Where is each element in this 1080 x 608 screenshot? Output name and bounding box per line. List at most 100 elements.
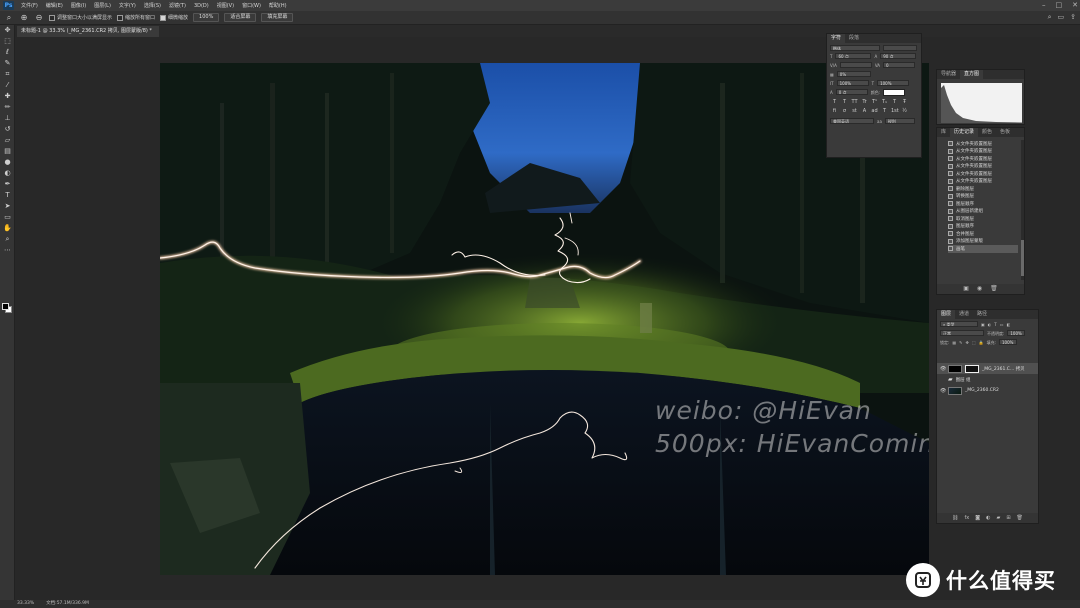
document-canvas[interactable]: weibo: @HiEvan 500px: HiEvanComing [160,63,929,575]
menu-window[interactable]: 窗口(W) [238,2,265,9]
adjustment-layer-icon[interactable]: ◐ [986,513,990,523]
dodge-tool-icon[interactable]: ◐ [0,168,15,179]
tsume-field[interactable]: 0% [836,71,871,77]
document-tab[interactable]: 未标题-1 @ 33.3% (_MG_2361.CR2 拷贝, 图层蒙版/8) … [17,26,159,37]
history-item[interactable]: 转换图层 [948,193,1018,201]
tab-libraries[interactable]: 库 [937,128,950,137]
new-layer-icon[interactable]: ⊞ [1006,513,1010,523]
healing-brush-tool-icon[interactable]: ✚ [0,91,15,102]
delete-layer-icon[interactable]: 🗑 [1017,513,1023,523]
ordinals-button[interactable]: 1st [891,108,899,114]
crop-tool-icon[interactable]: ⌗ [0,69,15,80]
history-item[interactable]: 从文件夹嵌置图层 [948,148,1018,156]
blur-tool-icon[interactable]: ● [0,157,15,168]
history-item[interactable]: 图层顺序 [948,223,1018,231]
brush-tool-icon[interactable]: ✏ [0,102,15,113]
eraser-tool-icon[interactable]: ▱ [0,135,15,146]
move-tool-icon[interactable]: ✥ [0,25,15,36]
menu-edit[interactable]: 编辑(E) [42,2,67,9]
leading-field[interactable]: 90 点 [880,53,917,59]
history-item[interactable]: 从文件夹嵌置图层 [948,178,1018,186]
lock-image-icon[interactable]: ✎ [959,339,962,346]
path-select-tool-icon[interactable]: ➤ [0,201,15,212]
fill-field[interactable]: 100% [998,339,1017,345]
superscript-button[interactable]: T¹ [871,99,878,105]
titling-alternates-button[interactable]: T [881,108,888,114]
history-item[interactable]: 取消图层 [948,215,1018,223]
pen-tool-icon[interactable]: ✒ [0,179,15,190]
font-style-select[interactable] [883,45,917,51]
scrubby-zoom-checkbox[interactable]: 细微缩放 [160,14,188,21]
swash-button[interactable]: A [861,108,868,114]
faux-bold-button[interactable]: T [831,99,838,105]
history-item[interactable]: 图层顺序 [948,200,1018,208]
font-family-select[interactable]: 楷体 [830,45,880,51]
stylistic-alternates-button[interactable]: ad [871,108,878,114]
menu-layer[interactable]: 图层(L) [90,2,115,9]
history-item[interactable]: 添加图层蒙版 [948,238,1018,246]
history-item[interactable]: 从文件夹嵌置图层 [948,155,1018,163]
tab-paths[interactable]: 路径 [973,310,991,319]
tab-channels[interactable]: 通道 [955,310,973,319]
foreground-color-swatch[interactable] [2,303,9,310]
history-brush-tool-icon[interactable]: ↺ [0,124,15,135]
eyedropper-tool-icon[interactable]: ⁄ [0,80,15,91]
tracking-field[interactable]: 0 [883,62,916,68]
layer-filter-select[interactable]: ⌕ 类型 [940,321,978,327]
tab-paragraph[interactable]: 段落 [845,34,863,43]
tab-layers[interactable]: 图层 [937,310,956,319]
font-size-field[interactable]: 60 点 [835,53,872,59]
all-caps-button[interactable]: TT [851,99,858,105]
new-snapshot-icon[interactable]: ◉ [977,284,982,294]
hand-tool-icon[interactable]: ✋ [0,223,15,234]
zoom-in-icon[interactable]: ⊕ [19,13,29,23]
old-style-button[interactable]: σ [841,108,848,114]
tab-character[interactable]: 字符 [827,34,846,43]
history-item[interactable]: 从文件夹嵌置图层 [948,140,1018,148]
history-item[interactable]: 从文件夹嵌置图层 [948,170,1018,178]
filter-adjustment-icon[interactable]: ◐ [988,321,992,328]
lock-transparent-icon[interactable]: ▦ [952,339,956,346]
add-mask-icon[interactable]: ◙ [975,513,980,523]
filter-pixel-icon[interactable]: ▣ [981,321,985,328]
small-caps-button[interactable]: Tr [861,99,868,105]
new-group-icon[interactable]: ▰ [996,513,1000,523]
zoom-tool-icon[interactable]: ⌕ [0,234,15,245]
history-item[interactable]: 从文件夹嵌置图层 [948,163,1018,171]
resize-windows-checkbox[interactable]: 调整窗口大小以满屏显示 [49,14,112,21]
visibility-eye-icon[interactable]: 👁 [940,366,946,372]
maximize-icon[interactable]: □ [1056,0,1063,11]
zoom-all-windows-checkbox[interactable]: 缩放所有窗口 [117,14,155,21]
marquee-tool-icon[interactable]: ⬚ [0,36,15,47]
link-layers-icon[interactable]: ⛓ [952,513,958,523]
new-document-from-state-icon[interactable]: ▣ [963,284,969,294]
menu-image[interactable]: 图像(I) [67,2,90,9]
workspace-icon[interactable]: ▭ [1058,13,1065,22]
ligatures-button[interactable]: fi [831,108,838,114]
zoom-level[interactable]: 33.33% [17,600,34,608]
menu-view[interactable]: 视图(V) [213,2,238,9]
strikethrough-button[interactable]: Ŧ [901,99,908,105]
tab-navigator[interactable]: 导航器 [937,70,960,79]
opacity-field[interactable]: 100% [1007,330,1026,336]
history-scrollbar[interactable] [1021,140,1024,280]
lasso-tool-icon[interactable]: ℓ [0,47,15,58]
history-item-selected[interactable]: 画笔 [948,245,1018,253]
menu-file[interactable]: 文件(F) [17,2,42,9]
layer-row[interactable]: ▰ 图层 组 [937,374,1038,385]
language-select[interactable]: 美国英语 [830,118,874,124]
quick-select-tool-icon[interactable]: ✎ [0,58,15,69]
filter-type-icon[interactable]: T [994,321,996,328]
tab-histogram[interactable]: 直方图 [960,70,984,79]
text-color-swatch[interactable] [883,89,906,96]
delete-icon[interactable]: 🗑 [990,284,998,294]
scrollbar-thumb[interactable] [1021,240,1024,276]
faux-italic-button[interactable]: T [841,99,848,105]
zoom-100-button[interactable]: 100% [193,13,220,22]
menu-type[interactable]: 文字(Y) [115,2,140,9]
minimize-icon[interactable]: – [1042,0,1046,11]
rectangle-tool-icon[interactable]: ▭ [0,212,15,223]
tab-swatches[interactable]: 色板 [996,128,1014,137]
antialias-select[interactable]: 锐利 [884,118,915,124]
lock-all-icon[interactable]: 🔒 [979,339,984,346]
